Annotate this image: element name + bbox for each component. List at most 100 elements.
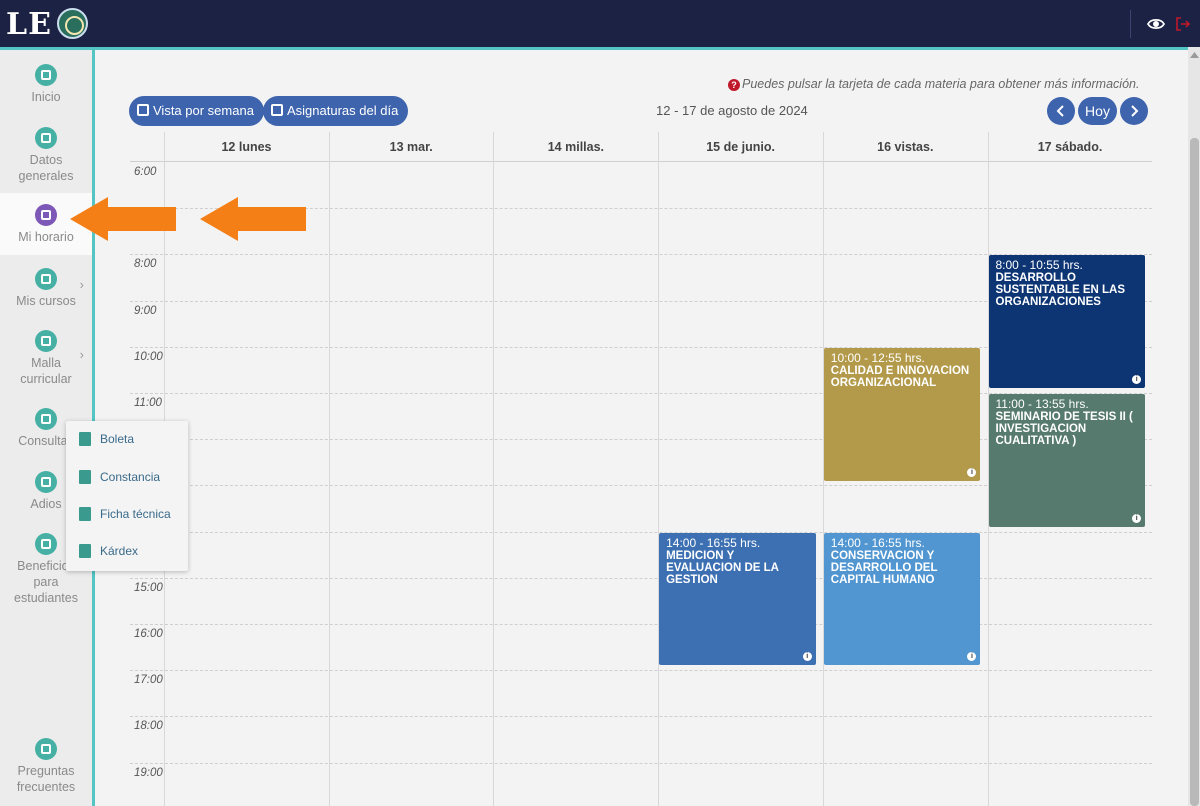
day-subjects-label: Asignaturas del día — [287, 103, 399, 118]
eye-icon[interactable] — [1147, 15, 1165, 33]
annotation-arrow-icon — [200, 197, 306, 241]
schedule-event-card[interactable]: 14:00 - 16:55 hrs. MEDICION Y EVALUACION … — [659, 532, 816, 666]
question-icon — [35, 738, 57, 760]
sidebar-item-datos-generales[interactable]: Datos generales — [0, 127, 92, 183]
submenu-item-constancia[interactable]: Constancia — [66, 459, 188, 495]
document-icon — [79, 544, 91, 558]
time-label: 10:00 — [134, 350, 163, 363]
sidebar-item-label: Malla curricular — [20, 356, 72, 386]
event-time: 10:00 - 12:55 hrs. — [830, 350, 925, 365]
schedule-event-card[interactable]: 8:00 - 10:55 hrs. DESARROLLO SUSTENTABLE … — [988, 255, 1146, 389]
submenu-item-label: Kárdex — [100, 544, 139, 558]
sidebar-item-label: Datos generales — [18, 153, 74, 183]
time-label: 15:00 — [134, 581, 163, 594]
logo[interactable]: LE — [6, 7, 52, 42]
chevron-right-icon: › — [79, 277, 84, 292]
time-label: 16:00 — [134, 628, 163, 640]
time-label: 11:00 — [134, 397, 162, 409]
event-time: 11:00 - 13:55 hrs. — [995, 397, 1089, 411]
today-button[interactable]: Hoy — [1078, 97, 1117, 125]
submenu-item-kardex[interactable]: Kárdex — [66, 533, 188, 569]
day-header: 13 mar. — [389, 140, 433, 154]
next-week-button[interactable] — [1120, 97, 1148, 125]
time-label: 8:00 — [134, 258, 157, 271]
time-label: 17:00 — [134, 674, 163, 687]
calendar-icon — [137, 104, 149, 116]
submenu-item-label: Boleta — [100, 432, 135, 446]
info-icon[interactable]: i — [967, 652, 977, 662]
chevron-right-icon — [1131, 105, 1139, 117]
annotation-arrow-icon — [70, 197, 176, 241]
sidebar-item-preguntas-frecuentes[interactable]: Preguntas frecuentes — [0, 738, 92, 794]
sidebar-item-malla-curricular[interactable]: Malla curricular › — [0, 330, 92, 386]
day-header: 17 sábado. — [1037, 140, 1103, 154]
day-header: 14 millas. — [547, 140, 605, 154]
time-label: 6:00 — [134, 166, 157, 178]
divider — [1130, 10, 1131, 38]
id-card-icon — [35, 127, 57, 149]
question-icon: ? — [728, 79, 740, 91]
info-icon[interactable]: i — [802, 652, 812, 662]
calendar-icon — [35, 204, 57, 226]
hour-gridline — [130, 577, 1152, 579]
scroll-up-icon[interactable] — [1190, 52, 1199, 58]
schedule-event-card[interactable]: 10:00 - 12:55 hrs. CALIDAD E INNOVACION O… — [823, 347, 981, 481]
day-column-divider — [328, 132, 330, 806]
info-icon[interactable]: i — [1132, 513, 1142, 523]
day-header: 16 vistas. — [877, 140, 934, 154]
event-time: 14:00 - 16:55 hrs. — [830, 535, 925, 550]
event-time: 14:00 - 16:55 hrs. — [666, 535, 761, 550]
sidebar-item-label: Adios — [30, 497, 62, 511]
chevron-right-icon: › — [79, 347, 84, 362]
hour-gridline — [130, 762, 1152, 764]
hint-label: Puedes pulsar la tarjeta de cada materia… — [742, 77, 1140, 91]
info-icon[interactable]: i — [967, 467, 977, 477]
week-view-label: Vista por semana — [153, 103, 254, 118]
event-title: MEDICION Y EVALUACION DE LA GESTION — [666, 549, 779, 586]
scrollbar-thumb[interactable] — [1190, 138, 1199, 806]
hour-gridline — [130, 670, 1152, 672]
submenu-item-label: Constancia — [100, 470, 161, 484]
sign-out-icon[interactable] — [1174, 15, 1192, 33]
consultas-submenu: Boleta Constancia Ficha técnica Kárdex — [66, 421, 188, 571]
map-icon — [35, 268, 57, 290]
event-title: CONSERVACION Y DESARROLLO DEL CAPITAL HU… — [830, 549, 938, 586]
submenu-item-ficha-tecnica[interactable]: Ficha técnica — [66, 496, 188, 532]
schedule-event-card[interactable]: 11:00 - 13:55 hrs. SEMINARIO DE TESIS II … — [988, 394, 1146, 527]
date-range: 12 - 17 de agosto de 2024 — [656, 103, 808, 118]
edit-document-icon — [79, 432, 91, 446]
event-title: SEMINARIO DE TESIS II ( INVESTIGACION CU… — [995, 411, 1133, 447]
time-label: 19:00 — [134, 766, 163, 779]
time-label: 9:00 — [134, 304, 157, 317]
schedule-event-card[interactable]: 14:00 - 16:55 hrs. CONSERVACION Y DESARRO… — [823, 532, 981, 666]
chevron-left-icon — [1056, 105, 1064, 117]
sidebar-item-mis-cursos[interactable]: Mis cursos › — [0, 268, 92, 312]
home-icon — [35, 64, 57, 86]
submenu-item-label: Ficha técnica — [100, 507, 171, 521]
day-subjects-button[interactable]: Asignaturas del día — [263, 96, 409, 126]
sidebar-item-label: Preguntas frecuentes — [16, 764, 76, 794]
submenu-item-boleta[interactable]: Boleta — [66, 421, 188, 457]
top-bar: LE — [0, 0, 1200, 47]
sidebar-item-inicio[interactable]: Inicio — [0, 64, 92, 112]
day-header: 15 de junio. — [706, 140, 775, 154]
sidebar-item-label: Mis cursos — [16, 294, 76, 308]
event-title: DESARROLLO SUSTENTABLE EN LAS ORGANIZACI… — [995, 272, 1126, 309]
info-icon[interactable]: i — [1132, 375, 1142, 385]
document-check-icon — [79, 470, 91, 484]
day-header: 12 lunes — [221, 140, 272, 154]
sidebar-item-label: Inicio — [31, 90, 61, 104]
prev-week-button[interactable] — [1047, 97, 1075, 125]
id-badge-icon — [35, 471, 57, 493]
logo-crest-icon — [57, 8, 88, 39]
calendar-header: 12 lunes 13 mar. 14 millas. 15 de junio. 16 … — [130, 132, 1152, 162]
event-time: 8:00 - 10:55 hrs. — [995, 258, 1083, 273]
calendar-day-icon — [271, 104, 283, 116]
day-column-divider — [493, 132, 495, 806]
week-view-button[interactable]: Vista por semana — [129, 96, 264, 126]
hour-gridline — [130, 716, 1152, 718]
sidebar-item-label: Mi horario — [18, 230, 74, 244]
time-label: 18:00 — [134, 720, 163, 733]
hint-text: ? Puedes pulsar la tarjeta de cada materi… — [728, 77, 1139, 91]
day-column-divider — [658, 132, 660, 806]
